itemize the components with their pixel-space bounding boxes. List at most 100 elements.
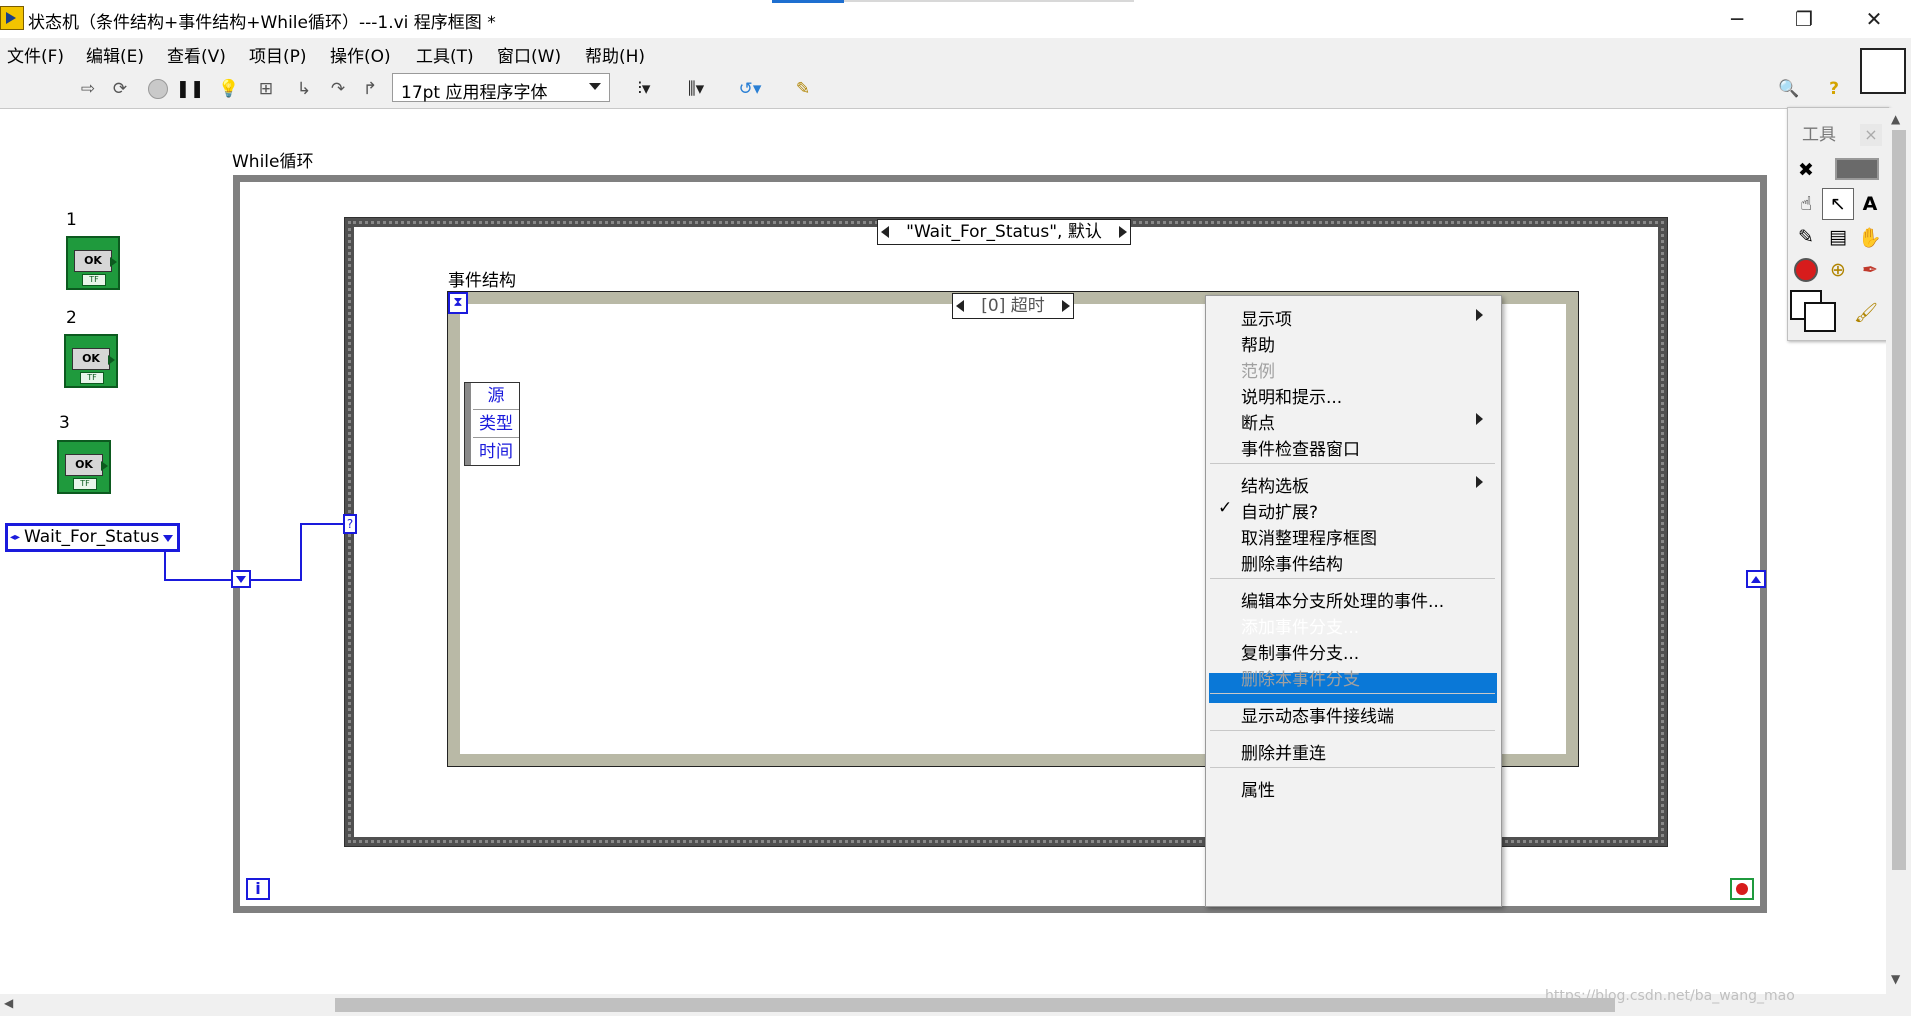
menu-operate[interactable]: 操作(O) [330, 42, 391, 67]
menu-properties[interactable]: 属性 [1241, 776, 1275, 801]
bool-control-3[interactable]: OK TF [57, 440, 111, 494]
menu-delete-event-case: 删除本事件分支 [1241, 670, 1360, 690]
auto-indicator-icon [1835, 158, 1879, 180]
horizontal-scroll-thumb[interactable] [335, 998, 1615, 1012]
prev-case-icon[interactable] [881, 226, 889, 238]
color-copy-icon[interactable]: ✒ [1854, 254, 1886, 286]
scroll-down-icon[interactable]: ▼ [1891, 972, 1900, 986]
cleanup-icon[interactable]: ✎ [786, 78, 820, 100]
menu-add-event-case[interactable]: 添加事件分支... [1241, 613, 1359, 638]
vertical-scroll-thumb[interactable] [1892, 130, 1906, 870]
reorder-icon[interactable]: ↺▾ [730, 78, 770, 100]
bool-control-2[interactable]: OK TF [64, 334, 118, 388]
menu-file[interactable]: 文件(F) [7, 42, 64, 67]
menu-show-dynamic-terminals[interactable]: 显示动态事件接线端 [1241, 702, 1394, 727]
menu-help-item[interactable]: 帮助 [1241, 331, 1275, 356]
next-case-icon[interactable] [1119, 226, 1127, 238]
menu-help[interactable]: 帮助(H) [585, 42, 645, 67]
menu-edit-events[interactable]: 编辑本分支所处理的事件... [1241, 587, 1444, 612]
check-icon: ✓ [1218, 498, 1233, 518]
wiring-spool-icon[interactable]: ✎ [1790, 221, 1822, 253]
menu-delete-event-structure[interactable]: 删除事件结构 [1241, 550, 1343, 575]
minimize-button[interactable]: ─ [1707, 0, 1767, 38]
step-into-icon[interactable]: ↳ [292, 78, 316, 100]
shortcut-menu-icon[interactable]: ▤ [1822, 221, 1854, 253]
shift-register-left[interactable] [231, 570, 251, 588]
tools-close-button[interactable]: × [1860, 124, 1882, 146]
scroll-up-icon[interactable]: ▲ [1891, 112, 1900, 126]
menu-duplicate-event-case[interactable]: 复制事件分支... [1241, 639, 1359, 664]
enum-value: Wait_For_Status [24, 527, 160, 547]
title-accent [772, 0, 844, 3]
operate-hand-icon[interactable]: ☝ [1790, 188, 1822, 220]
menu-breakpoint[interactable]: 断点 [1241, 409, 1275, 434]
vi-icon[interactable] [1860, 48, 1906, 94]
bool-control-1[interactable]: OK TF [66, 236, 120, 290]
breakpoint-icon[interactable] [1790, 254, 1822, 286]
event-data-type[interactable]: 类型 [473, 411, 519, 438]
bool-label-2: 2 [66, 308, 77, 328]
close-button[interactable]: ✕ [1844, 0, 1904, 38]
case-selector-terminal[interactable]: ? [343, 514, 357, 534]
menu-separator [1210, 463, 1495, 464]
stop-icon [1736, 883, 1748, 895]
menu-description[interactable]: 说明和提示... [1241, 383, 1342, 408]
menu-edit[interactable]: 编辑(E) [86, 42, 144, 67]
run-continuously-icon[interactable]: ⟳ [108, 78, 132, 100]
scroll-left-icon[interactable]: ◀ [4, 996, 13, 1010]
search-icon[interactable]: 🔍 [1772, 78, 1806, 100]
menu-structures-palette[interactable]: 结构选板 [1241, 472, 1309, 497]
menu-view[interactable]: 查看(V) [167, 42, 226, 67]
timeout-hourglass-icon[interactable]: ⧗ [448, 292, 468, 314]
run-arrow-icon[interactable]: ⇨ [76, 78, 100, 100]
bool-label-1: 1 [66, 210, 77, 230]
menu-show-items[interactable]: 显示项 [1241, 305, 1292, 330]
menu-auto-grow[interactable]: 自动扩展? [1241, 498, 1318, 523]
menu-undo-cleanup[interactable]: 取消整理程序框图 [1241, 524, 1377, 549]
probe-icon[interactable]: ⊕ [1822, 254, 1854, 286]
node-handle [465, 383, 471, 465]
watermark: https://blog.csdn.net/ba_wang_mao [1545, 988, 1795, 1004]
pause-icon[interactable]: ❚❚ [176, 78, 205, 100]
paint-brush-icon[interactable]: 🖌 [1850, 296, 1882, 328]
bool-label-3: 3 [59, 413, 70, 433]
step-out-icon[interactable]: ↱ [358, 78, 382, 100]
enum-constant[interactable]: Wait_For_Status [5, 523, 180, 552]
font-select[interactable]: 17pt 应用程序字体 [392, 73, 610, 103]
iteration-terminal[interactable]: i [246, 878, 270, 900]
align-icon[interactable]: ⫶▾ [624, 78, 664, 100]
color-palette-icon[interactable] [1790, 290, 1836, 332]
menu-project[interactable]: 项目(P) [249, 42, 307, 67]
position-arrow-icon[interactable]: ↖ [1822, 188, 1854, 220]
help-icon[interactable]: ? [1822, 78, 1846, 100]
prev-event-icon[interactable] [956, 300, 964, 312]
event-selector-label: [0] 超时 [981, 296, 1045, 316]
scroll-hand-icon[interactable]: ✋ [1854, 221, 1886, 253]
event-data-source[interactable]: 源 [473, 383, 519, 410]
label-text-icon[interactable]: A [1854, 188, 1886, 220]
menu-tools[interactable]: 工具(T) [416, 42, 474, 67]
tf-type-badge: TF [73, 478, 97, 490]
auto-tool-icon[interactable]: ✖ [1790, 154, 1822, 186]
step-over-icon[interactable]: ↷ [326, 78, 350, 100]
menu-remove-and-rewire[interactable]: 删除并重连 [1241, 739, 1326, 764]
output-arrow-icon [108, 355, 115, 365]
distribute-icon[interactable]: ⫼▾ [676, 78, 716, 100]
ok-button-glyph: OK [74, 250, 112, 272]
highlight-bulb-icon[interactable]: 💡 [217, 78, 241, 100]
event-data-node[interactable]: 源 类型 时间 [464, 382, 520, 466]
next-event-icon[interactable] [1062, 300, 1070, 312]
wire-segment[interactable] [164, 552, 166, 581]
event-selector[interactable]: [0] 超时 [952, 293, 1074, 319]
menu-event-inspector[interactable]: 事件检查器窗口 [1241, 435, 1360, 460]
retain-wire-values-icon[interactable]: ⊞ [254, 78, 278, 100]
abort-icon[interactable] [146, 78, 170, 100]
case-selector[interactable]: "Wait_For_Status", 默认 [877, 219, 1131, 245]
menu-window[interactable]: 窗口(W) [497, 42, 561, 67]
case-selector-label: "Wait_For_Status", 默认 [906, 222, 1102, 242]
submenu-arrow-icon [1476, 413, 1483, 425]
event-data-time[interactable]: 时间 [473, 439, 519, 465]
restore-button[interactable]: ❐ [1774, 0, 1834, 38]
stop-terminal[interactable] [1730, 878, 1754, 900]
shift-register-right[interactable] [1746, 570, 1766, 588]
